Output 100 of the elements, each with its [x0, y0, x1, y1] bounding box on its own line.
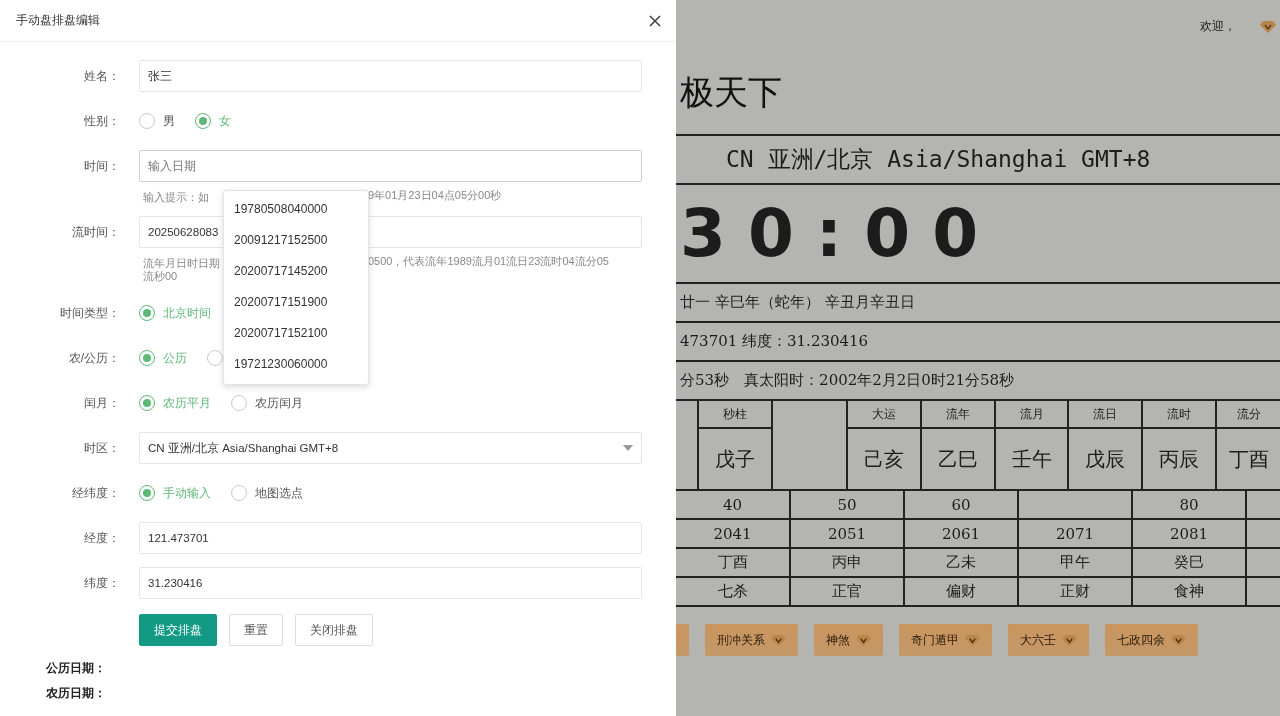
clock-text: 30:00: [680, 195, 1001, 272]
radio-label[interactable]: 地图选点: [255, 484, 303, 502]
radio-button[interactable]: [139, 485, 155, 501]
dropdown-button[interactable]: 奇门遁甲: [899, 624, 992, 656]
table-header: 流年: [922, 401, 994, 427]
text-field[interactable]: 输入日期: [139, 150, 642, 182]
table-cell: 丙申: [791, 549, 903, 576]
diamond-icon: [771, 634, 786, 646]
dialog-title: 手动盘排盘编辑: [16, 12, 100, 29]
diamond-icon: [1062, 634, 1077, 646]
radio-button[interactable]: [207, 350, 223, 366]
table-cell: [1247, 491, 1280, 518]
radio-button[interactable]: [139, 113, 155, 129]
radio-button[interactable]: [139, 305, 155, 321]
table-header: 流时: [1143, 401, 1215, 427]
radio-button[interactable]: [195, 113, 211, 129]
table-cell: [1247, 520, 1280, 547]
diamond-icon: [1171, 634, 1186, 646]
site-title: 极天下: [680, 71, 783, 114]
radio-label[interactable]: 农历闰月: [255, 394, 303, 412]
dropdown-button[interactable]: 刑冲关系: [705, 624, 798, 656]
suggestion-item[interactable]: 20200717151900: [224, 287, 368, 318]
table-cell: 戊子: [699, 429, 771, 489]
result-label: 公历日期：: [46, 660, 107, 676]
result-label: 农历日期：: [46, 685, 107, 701]
table-cell: 80: [1133, 491, 1245, 518]
table-cell: 壬午: [996, 429, 1067, 489]
radio-button[interactable]: [139, 395, 155, 411]
table-cell: 2041: [676, 520, 789, 547]
table-cell: 2071: [1019, 520, 1131, 547]
dropdown-button[interactable]: 七政四余: [1105, 624, 1198, 656]
solar-time-text: 分53秒 真太阳时：2002年2月2日0时21分58秒: [680, 371, 1015, 390]
table-cell: 丁酉: [1217, 429, 1280, 489]
field-label: 农/公历：: [68, 349, 120, 367]
table-cell: 癸巳: [1133, 549, 1245, 576]
table-header: 流月: [996, 401, 1067, 427]
form-button[interactable]: 关闭排盘: [295, 614, 373, 646]
text-field[interactable]: 31.230416: [139, 567, 642, 599]
hint-text: 0500，代表流年1989流月01流日23流时04流分05: [368, 254, 609, 269]
table-cell: [1247, 549, 1280, 576]
suggestion-item[interactable]: 20200717152100: [224, 318, 368, 349]
lunar-date-text: 廿一 辛巳年（蛇年） 辛丑月辛丑日: [680, 293, 915, 312]
table-cell: [1247, 578, 1280, 605]
field-label: 姓名：: [84, 67, 120, 85]
suggestion-item[interactable]: 20200717145200: [224, 256, 368, 287]
field-label: 时间类型：: [60, 304, 120, 322]
table-cell: 己亥: [848, 429, 920, 489]
table-cell: 2081: [1133, 520, 1245, 547]
form-button[interactable]: 重置: [229, 614, 283, 646]
field-label: 经纬度：: [72, 484, 120, 502]
hint-text: 流秒00: [143, 269, 178, 284]
radio-button[interactable]: [139, 350, 155, 366]
table-cell: 丙辰: [1143, 429, 1215, 489]
table-cell: 正官: [791, 578, 903, 605]
hint-text: 输入提示：如: [143, 190, 209, 203]
welcome-text: 欢迎，: [1200, 18, 1236, 35]
diamond-icon[interactable]: [1260, 20, 1276, 33]
hint-text: 流年月日时日期: [143, 256, 220, 269]
radio-label[interactable]: 男: [163, 112, 175, 130]
field-label: 纬度：: [84, 574, 120, 592]
table-header: 流日: [1069, 401, 1141, 427]
hint-text: 9年01月23日04点05分00秒: [368, 188, 502, 203]
field-label: 时间：: [84, 157, 120, 175]
field-label: 流时间：: [72, 223, 120, 241]
timezone-text: CN 亚洲/北京 Asia/Shanghai GMT+8: [726, 145, 1151, 174]
table-cell: 七杀: [676, 578, 789, 605]
submit-button[interactable]: 提交排盘: [139, 614, 217, 646]
table-cell: 正财: [1019, 578, 1131, 605]
diamond-icon: [965, 634, 980, 646]
table-cell: 乙未: [905, 549, 1017, 576]
suggestion-item[interactable]: 19721230060000: [224, 349, 368, 380]
table-header: 大运: [848, 401, 920, 427]
radio-button[interactable]: [231, 485, 247, 501]
table-cell: 甲午: [1019, 549, 1131, 576]
field-label: 时区：: [84, 439, 120, 457]
text-field[interactable]: 121.473701: [139, 522, 642, 554]
table-cell: 40: [676, 491, 789, 518]
dropdown-button[interactable]: 神煞: [814, 624, 883, 656]
radio-button[interactable]: [231, 395, 247, 411]
close-icon[interactable]: [649, 14, 661, 27]
table-cell: 偏财: [905, 578, 1017, 605]
dropdown-button[interactable]: 大六壬: [1008, 624, 1089, 656]
text-field[interactable]: 张三: [139, 60, 642, 92]
table-header: 秒柱: [699, 401, 771, 427]
table-cell: 丁酉: [676, 549, 789, 576]
table-cell: 60: [905, 491, 1017, 518]
field-label: 经度：: [84, 529, 120, 547]
table-cell: 50: [791, 491, 903, 518]
table-header: 流分: [1217, 401, 1280, 427]
table-cell: 戊辰: [1069, 429, 1141, 489]
coordinates-text: 473701 纬度：31.230416: [680, 332, 869, 351]
diamond-icon: [856, 634, 871, 646]
table-cell: 2051: [791, 520, 903, 547]
field-label: 性别：: [84, 112, 120, 130]
timezone-select[interactable]: CN 亚洲/北京 Asia/Shanghai GMT+8: [139, 432, 642, 464]
caret-icon: [623, 445, 633, 451]
table-cell: 乙巳: [922, 429, 994, 489]
field-label: 闰月：: [84, 394, 120, 412]
table-cell: 食神: [1133, 578, 1245, 605]
table-cell: 2061: [905, 520, 1017, 547]
